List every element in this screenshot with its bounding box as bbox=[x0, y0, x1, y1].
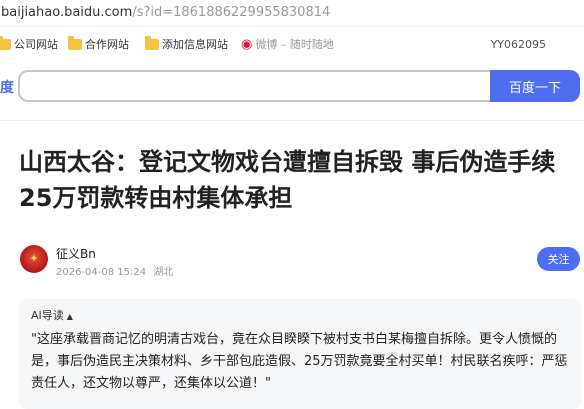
search-bar: 度 百度一下 bbox=[0, 67, 584, 107]
bookmark-label: 添加信息网站 bbox=[162, 38, 228, 51]
bookmark-label: 公司网站 bbox=[14, 38, 58, 51]
bookmark-weibo[interactable]: ◉ 微博 – 随时随地 bbox=[241, 36, 334, 52]
weibo-icon: ◉ bbox=[241, 36, 253, 52]
bookmarks-bar: 公司网站 合作网站 添加信息网站 ◉ 微博 – 随时随地 YY062095 bbox=[0, 30, 584, 58]
search-button[interactable]: 百度一下 bbox=[490, 70, 580, 102]
author-name[interactable]: 征义Bn bbox=[56, 245, 96, 262]
folder-icon bbox=[68, 35, 82, 50]
ai-summary-text: "这座承载晋商记忆的明清古戏台，竟在众目睽睽下被村支书白某梅擅自拆除。更令人愤慨… bbox=[31, 332, 568, 391]
bookmark-partner-sites[interactable]: 合作网站 bbox=[68, 35, 129, 52]
bookmark-label: 合作网站 bbox=[85, 38, 129, 51]
ai-summary-box: AI导读 ▲ "这座承载晋商记忆的明清古戏台，竟在众目睽睽下被村支书白某梅擅自拆除… bbox=[19, 299, 581, 409]
url-host: baijiahao.baidu.com bbox=[1, 5, 133, 20]
bookmark-label: 微博 – 随时随地 bbox=[255, 38, 334, 51]
bookmark-user-id: YY062095 bbox=[490, 38, 546, 51]
search-input[interactable] bbox=[18, 70, 490, 102]
bookmark-company-sites[interactable]: 公司网站 bbox=[0, 35, 58, 52]
folder-icon bbox=[0, 35, 11, 50]
caret-up-icon: ▲ bbox=[66, 312, 73, 321]
article-meta: 2026-04-08 15:24 湖北 bbox=[56, 263, 173, 278]
article-title: 山西太谷：登记文物戏台遭擅自拆毁 事后伪造手续25万罚款转由村集体承担 bbox=[19, 148, 556, 212]
publish-location: 湖北 bbox=[153, 267, 174, 278]
baidu-logo-fragment: 度 bbox=[0, 80, 14, 96]
publish-date: 2026-04-08 15:24 bbox=[56, 267, 147, 278]
ai-summary-label: AI导读 bbox=[31, 309, 64, 322]
folder-icon bbox=[145, 35, 159, 50]
header-divider bbox=[0, 120, 584, 121]
avatar[interactable]: ✦ bbox=[20, 245, 48, 273]
ai-summary-header[interactable]: AI导读 ▲ bbox=[31, 307, 73, 323]
bookmark-add-info-sites[interactable]: 添加信息网站 bbox=[145, 35, 228, 52]
address-bar[interactable]: baijiahao.baidu.com/s?id=186188622995583… bbox=[0, 0, 584, 27]
follow-button[interactable]: 关注 bbox=[537, 247, 580, 271]
url-path: /s?id=1861886229955830814 bbox=[132, 5, 331, 20]
